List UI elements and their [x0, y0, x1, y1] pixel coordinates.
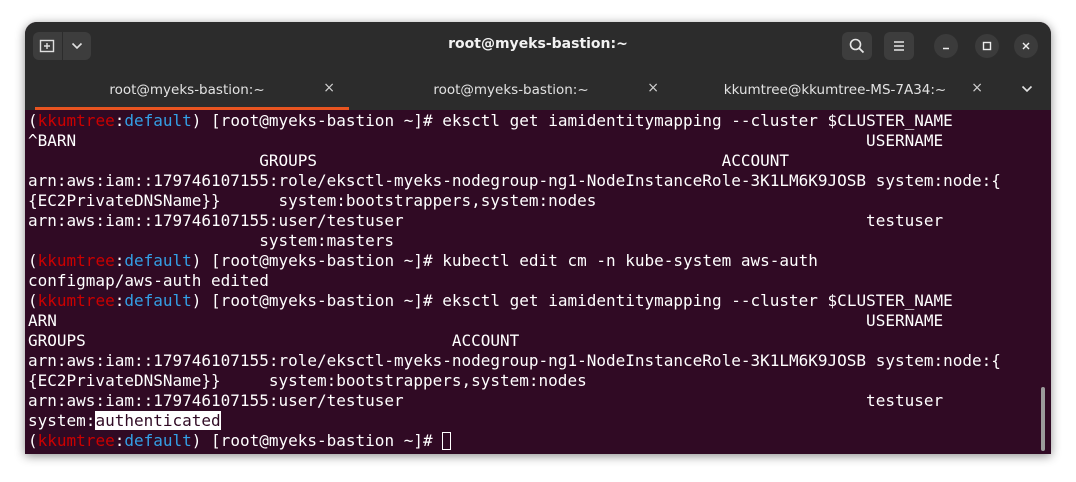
minimize-icon	[943, 47, 949, 50]
maximize-icon	[982, 41, 992, 51]
close-button[interactable]	[1014, 34, 1038, 58]
prompt-open: (	[28, 291, 38, 310]
output-line: configmap/aws-auth edited	[28, 271, 1051, 291]
output-line: arn:aws:iam::179746107155:role/eksctl-my…	[28, 351, 1051, 371]
prompt-namespace: default	[124, 111, 192, 130]
prompt-rest: ) [root@myeks-bastion ~]#	[191, 291, 443, 310]
prompt-open: (	[28, 111, 38, 130]
output-line: arn:aws:iam::179746107155:user/testuser …	[28, 391, 1051, 411]
minimize-button[interactable]	[934, 34, 958, 58]
output-text: {EC2PrivateDNSName}} system:bootstrapper…	[28, 371, 587, 390]
prompt-line: (kkumtree:default) [root@myeks-bastion ~…	[28, 291, 1051, 311]
tab-label: root@myeks-bastion:~	[433, 82, 589, 98]
output-text: system:masters	[28, 231, 395, 250]
output-line: GROUPS ACCOUNT	[28, 331, 1051, 351]
prompt-rest: ) [root@myeks-bastion ~]#	[191, 111, 443, 130]
output-text: ^BARN USERNAME	[28, 131, 944, 150]
prompt-user: kkumtree	[37, 111, 115, 130]
menu-button[interactable]	[884, 32, 914, 60]
output-text: GROUPS ACCOUNT	[28, 151, 789, 170]
prompt-rest: ) [root@myeks-bastion ~]#	[191, 431, 443, 450]
command-text: eksctl get iamidentitymapping --cluster …	[442, 291, 953, 310]
terminal-window: root@myeks-bastion:~ root@myeks-bastion:…	[25, 22, 1051, 454]
prompt-separator: :	[114, 431, 125, 450]
prompt-line: (kkumtree:default) [root@myeks-bastion ~…	[28, 251, 1051, 271]
output-line: arn:aws:iam::179746107155:role/eksctl-my…	[28, 171, 1051, 191]
prompt-rest: ) [root@myeks-bastion ~]#	[191, 251, 443, 270]
tab-close-icon[interactable]: ×	[971, 80, 983, 96]
output-text: arn:aws:iam::179746107155:role/eksctl-my…	[28, 351, 1001, 370]
scrollbar[interactable]	[1041, 387, 1045, 451]
text-cursor	[442, 432, 452, 450]
prompt-separator: :	[114, 251, 125, 270]
prompt-line: (kkumtree:default) [root@myeks-bastion ~…	[28, 111, 1051, 131]
output-line: system:masters	[28, 231, 1051, 251]
tab-close-icon[interactable]: ×	[323, 80, 335, 96]
output-text: arn:aws:iam::179746107155:role/eksctl-my…	[28, 171, 1001, 190]
output-text: arn:aws:iam::179746107155:user/testuser …	[28, 211, 944, 230]
tab-1[interactable]: root@myeks-bastion:~ ×	[25, 69, 349, 110]
output-text: {EC2PrivateDNSName}} system:bootstrapper…	[28, 191, 597, 210]
output-line: arn:aws:iam::179746107155:user/testuser …	[28, 211, 1051, 231]
output-text: system:	[28, 411, 96, 430]
output-line: GROUPS ACCOUNT	[28, 151, 1051, 171]
tab-2[interactable]: root@myeks-bastion:~ ×	[349, 69, 673, 110]
prompt-user: kkumtree	[37, 251, 115, 270]
prompt-open: (	[28, 251, 38, 270]
output-text: ARN USERNAME	[28, 311, 944, 330]
tab-label: root@myeks-bastion:~	[109, 82, 265, 98]
maximize-button[interactable]	[975, 34, 999, 58]
prompt-separator: :	[114, 111, 125, 130]
prompt-namespace: default	[124, 251, 192, 270]
output-text: arn:aws:iam::179746107155:user/testuser …	[28, 391, 944, 410]
prompt-open: (	[28, 431, 38, 450]
prompt-namespace: default	[124, 431, 192, 450]
tab-bar: root@myeks-bastion:~ × root@myeks-bastio…	[25, 69, 1051, 110]
tab-close-icon[interactable]: ×	[647, 80, 659, 96]
output-line: {EC2PrivateDNSName}} system:bootstrapper…	[28, 371, 1051, 391]
output-text: configmap/aws-auth edited	[28, 271, 269, 290]
command-text: eksctl get iamidentitymapping --cluster …	[442, 111, 953, 130]
prompt-user: kkumtree	[37, 431, 115, 450]
output-line: ARN USERNAME	[28, 311, 1051, 331]
chevron-down-icon	[1021, 85, 1033, 93]
tabs-overflow-button[interactable]	[1021, 82, 1033, 96]
output-line: ^BARN USERNAME	[28, 131, 1051, 151]
hamburger-menu-icon	[894, 41, 904, 51]
prompt-separator: :	[114, 291, 125, 310]
prompt-line: (kkumtree:default) [root@myeks-bastion ~…	[28, 431, 1051, 451]
tab-label: kkumtree@kkumtree-MS-7A34:~	[723, 82, 947, 98]
close-icon	[1022, 42, 1030, 50]
selected-text: authenticated	[95, 411, 221, 430]
output-text: GROUPS ACCOUNT	[28, 331, 520, 350]
output-line: system:authenticated	[28, 411, 1051, 431]
search-icon	[849, 38, 865, 54]
command-text: kubectl edit cm -n kube-system aws-auth	[442, 251, 818, 270]
search-button[interactable]	[842, 32, 872, 60]
tab-3[interactable]: kkumtree@kkumtree-MS-7A34:~ ×	[673, 69, 997, 110]
prompt-namespace: default	[124, 291, 192, 310]
prompt-user: kkumtree	[37, 291, 115, 310]
terminal-output[interactable]: (kkumtree:default) [root@myeks-bastion ~…	[25, 110, 1051, 454]
output-line: {EC2PrivateDNSName}} system:bootstrapper…	[28, 191, 1051, 211]
title-bar: root@myeks-bastion:~	[25, 22, 1051, 69]
